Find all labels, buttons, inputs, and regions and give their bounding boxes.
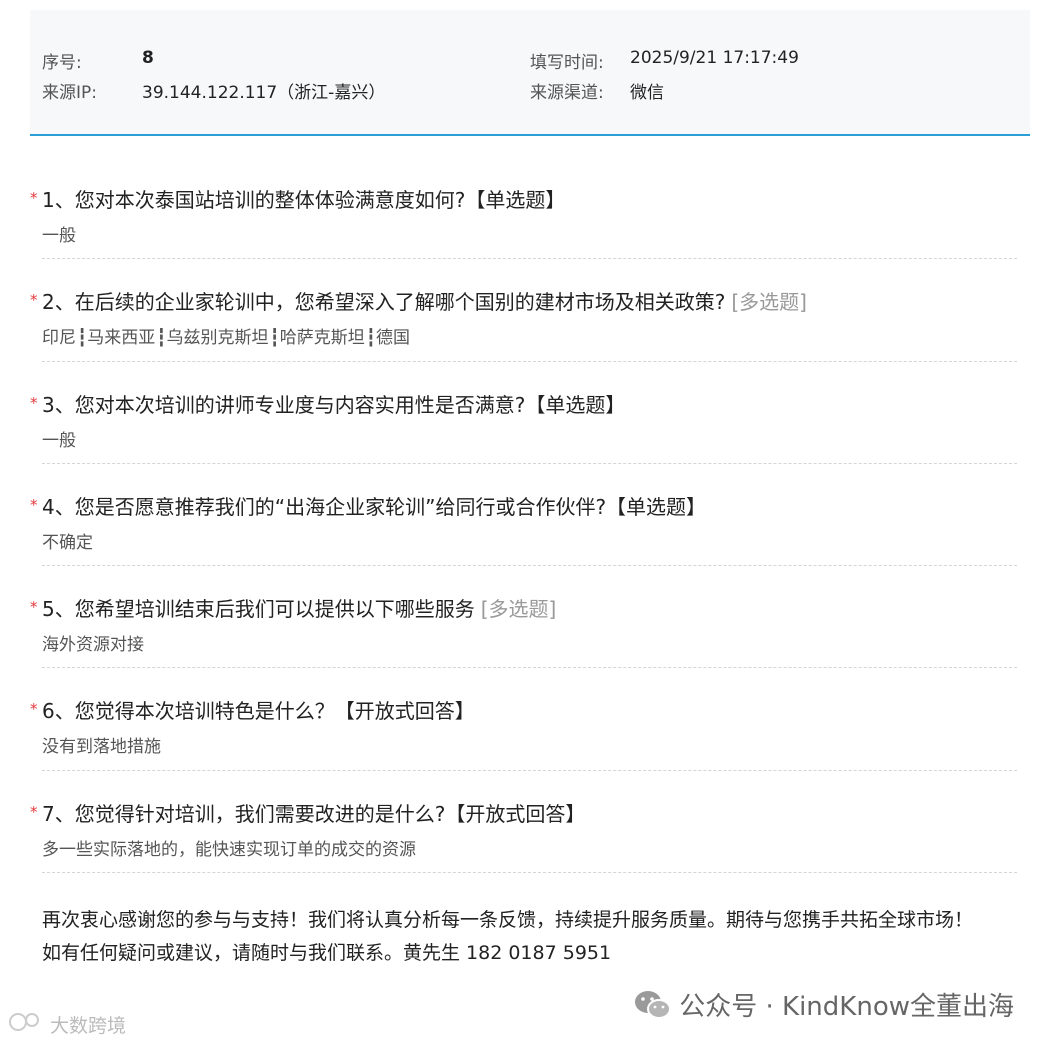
required-star-icon: * [30, 291, 38, 309]
separator-icon: ┇ [269, 328, 280, 348]
required-star-icon: * [30, 700, 38, 718]
question-6: * 6、您觉得本次培训特色是什么？【开放式回答】 没有到落地措施 [30, 695, 1020, 757]
ip-label: 来源IP: [42, 83, 97, 103]
source-watermark: 大数跨境 [8, 1010, 126, 1039]
question-answer: 一般 [42, 226, 76, 246]
question-title: 1、您对本次泰国站培训的整体体验满意度如何?【单选题】 [42, 188, 566, 212]
question-1: * 1、您对本次泰国站培训的整体体验满意度如何?【单选题】 一般 [30, 184, 1020, 246]
answer-option: 乌兹别克斯坦 [166, 328, 269, 348]
divider [42, 872, 1017, 873]
submission-info-panel: 序号: 8 来源IP: 39.144.122.117（浙江-嘉兴） 填写时间: … [30, 10, 1030, 136]
multi-select-tag: [多选题] [480, 597, 557, 621]
required-star-icon: * [30, 394, 38, 412]
separator-icon: ┇ [365, 328, 376, 348]
question-answer: 印尼┇马来西亚┇乌兹别克斯坦┇哈萨克斯坦┇德国 [42, 323, 1020, 348]
answer-option: 印尼 [42, 328, 76, 348]
answer-option: 哈萨克斯坦 [279, 328, 365, 348]
wechat-watermark: 公众号 · KindKnow全董出海 [633, 986, 1014, 1023]
time-label: 填写时间: [530, 53, 604, 73]
watermark-text: 公众号 · KindKnow全董出海 [679, 992, 1014, 1022]
multi-select-tag: [多选题] [731, 290, 807, 314]
divider [42, 463, 1017, 464]
question-answer: 海外资源对接 [42, 635, 144, 655]
channel-label: 来源渠道: [530, 83, 604, 103]
question-title: 6、您觉得本次培训特色是什么？【开放式回答】 [42, 699, 475, 723]
question-answer: 不确定 [42, 533, 93, 553]
ip-value: 39.144.122.117（浙江-嘉兴） [142, 83, 386, 103]
closing-thanks: 再次衷心感谢您的参与与支持！我们将认真分析每一条反馈，持续提升服务质量。期待与您… [42, 909, 974, 931]
question-title: 4、您是否愿意推荐我们的“出海企业家轮训”给同行或合作伙伴?【单选题】 [42, 495, 707, 519]
question-7: * 7、您觉得针对培训，我们需要改进的是什么?【开放式回答】 多一些实际落地的，能… [30, 798, 1020, 860]
seq-label: 序号: [42, 53, 82, 73]
question-3: * 3、您对本次培训的讲师专业度与内容实用性是否满意?【单选题】 一般 [30, 389, 1020, 451]
divider [42, 258, 1017, 259]
question-4: * 4、您是否愿意推荐我们的“出海企业家轮训”给同行或合作伙伴?【单选题】 不确定 [30, 491, 1020, 553]
question-2: * 2、在后续的企业家轮训中，您希望深入了解哪个国别的建材市场及相关政策? [多选题… [30, 286, 1020, 348]
closing-contact: 如有任何疑问或建议，请随时与我们联系。黄先生 182 0187 5951 [42, 942, 612, 964]
answer-option: 马来西亚 [87, 328, 156, 348]
divider [42, 667, 1017, 668]
separator-icon: ┇ [156, 328, 166, 348]
question-answer: 没有到落地措施 [42, 737, 161, 757]
closing-message: 再次衷心感谢您的参与与支持！我们将认真分析每一条反馈，持续提升服务质量。期待与您… [42, 904, 1002, 970]
required-star-icon: * [30, 803, 38, 821]
question-title: 5、您希望培训结束后我们可以提供以下哪些服务 [42, 597, 475, 621]
required-star-icon: * [30, 189, 38, 207]
required-star-icon: * [30, 496, 38, 514]
channel-value: 微信 [630, 83, 664, 103]
watermark-left-text: 大数跨境 [50, 1015, 127, 1037]
divider [42, 361, 1017, 362]
separator-icon: ┇ [77, 328, 87, 348]
wechat-icon [633, 988, 673, 1022]
question-answer: 一般 [42, 431, 76, 451]
question-answer: 多一些实际落地的，能快速实现订单的成交的资源 [42, 840, 416, 860]
question-title: 7、您觉得针对培训，我们需要改进的是什么?【开放式回答】 [42, 802, 586, 826]
divider [42, 565, 1017, 566]
required-star-icon: * [30, 598, 38, 616]
divider [42, 770, 1017, 771]
answer-option: 德国 [376, 328, 410, 348]
question-title: 3、您对本次培训的讲师专业度与内容实用性是否满意?【单选题】 [42, 393, 626, 417]
watermark-logo-icon [8, 1010, 46, 1039]
question-title: 2、在后续的企业家轮训中，您希望深入了解哪个国别的建材市场及相关政策? [42, 290, 726, 314]
question-5: * 5、您希望培训结束后我们可以提供以下哪些服务 [多选题] 海外资源对接 [30, 593, 1020, 655]
time-value: 2025/9/21 17:17:49 [630, 48, 799, 68]
seq-value: 8 [142, 48, 154, 68]
